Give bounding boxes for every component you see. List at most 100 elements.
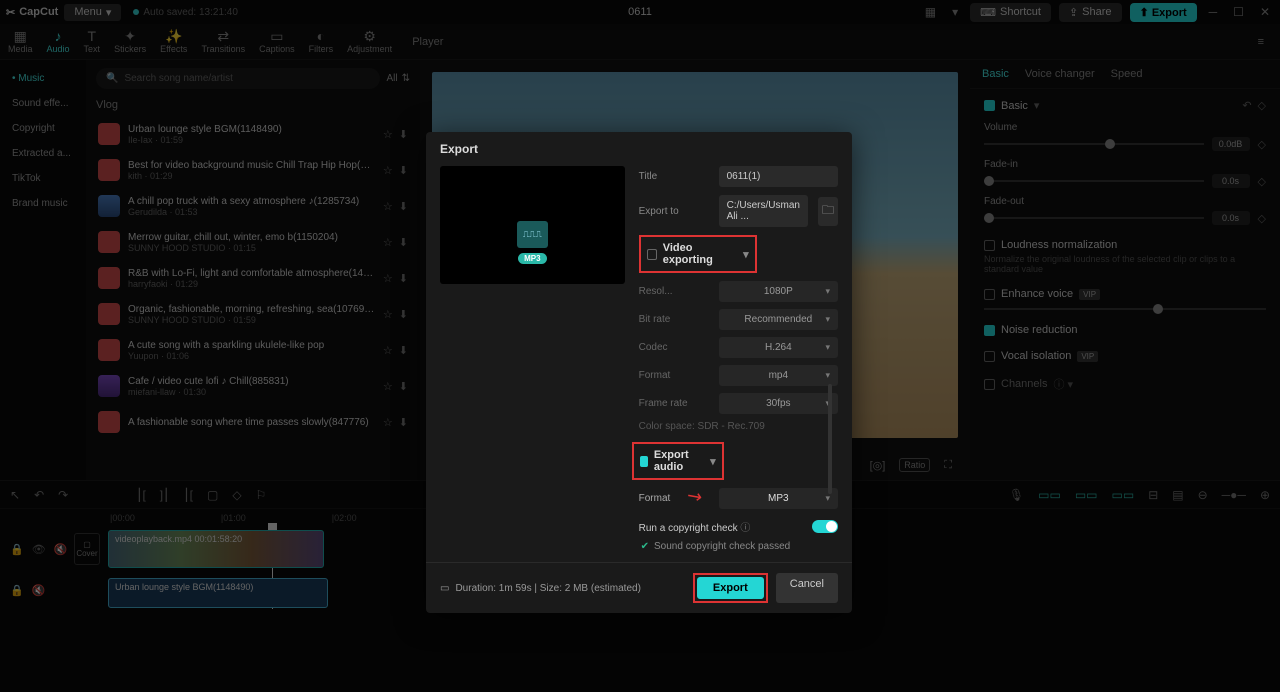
favorite-icon[interactable]: ☆ — [383, 164, 393, 177]
favorite-icon[interactable]: ☆ — [383, 272, 393, 285]
zoom-in-icon[interactable]: ⊕ — [1260, 488, 1270, 502]
ribbon-audio[interactable]: ♪Audio — [47, 29, 70, 54]
video-checkbox[interactable] — [647, 249, 657, 260]
track-item[interactable]: Merrow guitar, chill out, winter, emo b(… — [96, 227, 410, 257]
left-tab[interactable]: Sound effe... — [0, 91, 86, 116]
fullscreen-icon[interactable]: ⛶ — [940, 457, 956, 474]
export-confirm-button[interactable]: Export — [697, 577, 764, 599]
all-filter[interactable]: All⇅ — [386, 73, 410, 84]
basic-checkbox[interactable] — [984, 100, 995, 111]
video-exporting-toggle[interactable]: Video exporting▾ — [639, 235, 757, 273]
mic-icon[interactable]: 🎙 — [1009, 488, 1024, 502]
reset-icon[interactable]: ◇ — [1258, 212, 1266, 225]
share-button[interactable]: ⇪Share — [1059, 3, 1122, 22]
ribbon-effects[interactable]: ✨Effects — [160, 29, 187, 54]
download-icon[interactable]: ⬇ — [399, 236, 408, 249]
chevron-down-icon[interactable]: ▾ — [948, 5, 962, 19]
tool-icon[interactable]: ⊟ — [1148, 488, 1158, 502]
left-tab[interactable]: TikTok — [0, 166, 86, 191]
ratio-button[interactable]: Ratio — [899, 458, 930, 472]
pointer-tool-icon[interactable]: ↖ — [10, 488, 20, 502]
title-input[interactable]: 0611(1) — [719, 166, 838, 187]
exportto-input[interactable]: C:/Users/Usman Ali ... — [719, 195, 808, 227]
split-icon[interactable]: ⎮[ — [136, 488, 146, 502]
redo-icon[interactable]: ↷ — [58, 488, 68, 502]
split-left-icon[interactable]: ]⎮ — [160, 488, 170, 502]
tab-speed[interactable]: Speed — [1111, 68, 1143, 80]
favorite-icon[interactable]: ☆ — [383, 236, 393, 249]
tool-icon[interactable]: ▭▭ — [1112, 488, 1135, 502]
left-tab[interactable]: • Music — [0, 66, 86, 91]
enhance-checkbox[interactable] — [984, 289, 995, 300]
maximize-icon[interactable]: ☐ — [1229, 5, 1248, 19]
noise-checkbox[interactable] — [984, 325, 995, 336]
ribbon-text[interactable]: TText — [84, 29, 101, 54]
left-tab[interactable]: Brand music — [0, 191, 86, 216]
download-icon[interactable]: ⬇ — [399, 308, 408, 321]
export-button-top[interactable]: ⬆ Export — [1130, 3, 1197, 22]
close-icon[interactable]: ✕ — [1256, 5, 1274, 19]
hamburger-icon[interactable]: ≡ — [1258, 36, 1272, 48]
tool-icon[interactable]: ▤ — [1172, 488, 1183, 502]
folder-icon[interactable]: 🗀 — [818, 197, 838, 226]
eye-icon[interactable]: 👁 — [32, 543, 46, 556]
favorite-icon[interactable]: ☆ — [383, 200, 393, 213]
favorite-icon[interactable]: ☆ — [383, 344, 393, 357]
volume-value[interactable]: 0.0dB — [1212, 137, 1250, 151]
tab-voice-changer[interactable]: Voice changer — [1025, 68, 1095, 80]
aformat-select[interactable]: MP3▾ — [719, 488, 838, 509]
cover-button[interactable]: ▢Cover — [74, 533, 100, 565]
ribbon-transitions[interactable]: ⇄Transitions — [201, 29, 245, 54]
download-icon[interactable]: ⬇ — [399, 164, 408, 177]
download-icon[interactable]: ⬇ — [399, 416, 408, 429]
lock-icon[interactable]: 🔒 — [10, 543, 24, 556]
track-item[interactable]: Best for video background music Chill Tr… — [96, 155, 410, 185]
layout-icon[interactable]: ▦ — [921, 5, 940, 19]
ribbon-filters[interactable]: ◐Filters — [309, 29, 334, 54]
flag-icon[interactable]: ⚐ — [256, 488, 267, 502]
reset-icon[interactable]: ◇ — [1258, 175, 1266, 188]
left-tab[interactable]: Extracted a... — [0, 141, 86, 166]
reset-icon[interactable]: ◇ — [1258, 138, 1266, 151]
audio-clip[interactable]: Urban lounge style BGM(1148490) — [108, 578, 328, 608]
fadein-slider[interactable] — [984, 180, 1204, 182]
left-tab[interactable]: Copyright — [0, 116, 86, 141]
download-icon[interactable]: ⬇ — [399, 128, 408, 141]
ribbon-adjustment[interactable]: ⚙Adjustment — [347, 29, 392, 54]
track-item[interactable]: A fashionable song where time passes slo… — [96, 407, 410, 437]
copyright-toggle[interactable] — [812, 520, 838, 533]
channels-checkbox[interactable] — [984, 379, 995, 390]
fadein-value[interactable]: 0.0s — [1212, 174, 1250, 188]
ribbon-media[interactable]: ▦Media — [8, 29, 33, 54]
download-icon[interactable]: ⬇ — [399, 200, 408, 213]
tab-basic[interactable]: Basic — [982, 68, 1009, 80]
cancel-button[interactable]: Cancel — [776, 573, 838, 603]
minimize-icon[interactable]: ─ — [1205, 5, 1222, 19]
fadeout-value[interactable]: 0.0s — [1212, 211, 1250, 225]
track-item[interactable]: A chill pop truck with a sexy atmosphere… — [96, 191, 410, 221]
mute-icon[interactable]: 🔇 — [32, 584, 46, 597]
proxy-icon[interactable]: [◎] — [866, 457, 890, 474]
favorite-icon[interactable]: ☆ — [383, 416, 393, 429]
split-right-icon[interactable]: ⎮[ — [183, 488, 193, 502]
undo-icon[interactable]: ↶ — [34, 488, 44, 502]
loudness-checkbox[interactable] — [984, 240, 995, 251]
menu-button[interactable]: Menu▾ — [64, 4, 121, 21]
lock-icon[interactable]: 🔒 — [10, 584, 24, 597]
delete-icon[interactable]: ▢ — [207, 488, 218, 502]
search-input[interactable]: 🔍Search song name/artist — [96, 68, 380, 89]
export-audio-toggle[interactable]: Export audio▾ — [632, 442, 724, 480]
zoom-slider[interactable]: ─●─ — [1222, 488, 1246, 502]
favorite-icon[interactable]: ☆ — [383, 128, 393, 141]
track-item[interactable]: R&B with Lo-Fi, light and comfortable at… — [96, 263, 410, 293]
favorite-icon[interactable]: ☆ — [383, 308, 393, 321]
ribbon-stickers[interactable]: ✦Stickers — [114, 29, 146, 54]
undo-icon[interactable]: ↶ — [1242, 99, 1251, 112]
ribbon-captions[interactable]: ▭Captions — [259, 29, 295, 54]
shortcut-button[interactable]: ⌨Shortcut — [970, 3, 1051, 22]
zoom-out-icon[interactable]: ⊖ — [1198, 488, 1208, 502]
download-icon[interactable]: ⬇ — [399, 344, 408, 357]
favorite-icon[interactable]: ☆ — [383, 380, 393, 393]
download-icon[interactable]: ⬇ — [399, 380, 408, 393]
track-item[interactable]: A cute song with a sparkling ukulele-lik… — [96, 335, 410, 365]
